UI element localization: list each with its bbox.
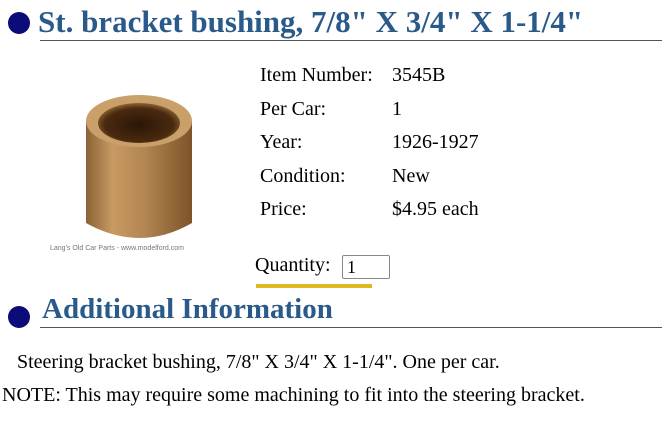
detail-value: $4.95 each bbox=[392, 198, 479, 220]
product-image: Lang's Old Car Parts - www.modelford.com bbox=[46, 85, 236, 265]
section-title-additional-information: Additional Information bbox=[42, 293, 333, 325]
detail-value: 3545B bbox=[392, 64, 446, 86]
product-note: NOTE: This may require some machining to… bbox=[2, 384, 585, 406]
detail-label: Price: bbox=[260, 198, 307, 220]
detail-value: New bbox=[392, 164, 430, 187]
detail-label: Per Car: bbox=[260, 97, 327, 120]
quantity-label: Quantity: bbox=[255, 254, 331, 276]
detail-label: Condition: bbox=[260, 164, 346, 187]
heading-bullet-icon bbox=[8, 12, 30, 34]
quantity-group: Quantity: bbox=[255, 254, 390, 279]
quantity-input[interactable] bbox=[342, 255, 390, 279]
bushing-icon bbox=[86, 95, 192, 238]
page-title: St. bracket bushing, 7/8" X 3/4" X 1-1/4… bbox=[38, 4, 584, 39]
detail-label: Item Number: bbox=[260, 64, 373, 86]
detail-value: 1 bbox=[392, 97, 402, 120]
image-caption: Lang's Old Car Parts - www.modelford.com bbox=[50, 245, 184, 252]
quantity-underline bbox=[256, 284, 372, 288]
detail-value: 1926-1927 bbox=[392, 131, 479, 153]
title-divider bbox=[40, 40, 662, 41]
product-description: Steering bracket bushing, 7/8" X 3/4" X … bbox=[17, 351, 500, 373]
detail-label: Year: bbox=[260, 131, 303, 153]
section-bullet-icon bbox=[8, 306, 30, 328]
section-divider bbox=[40, 327, 662, 328]
